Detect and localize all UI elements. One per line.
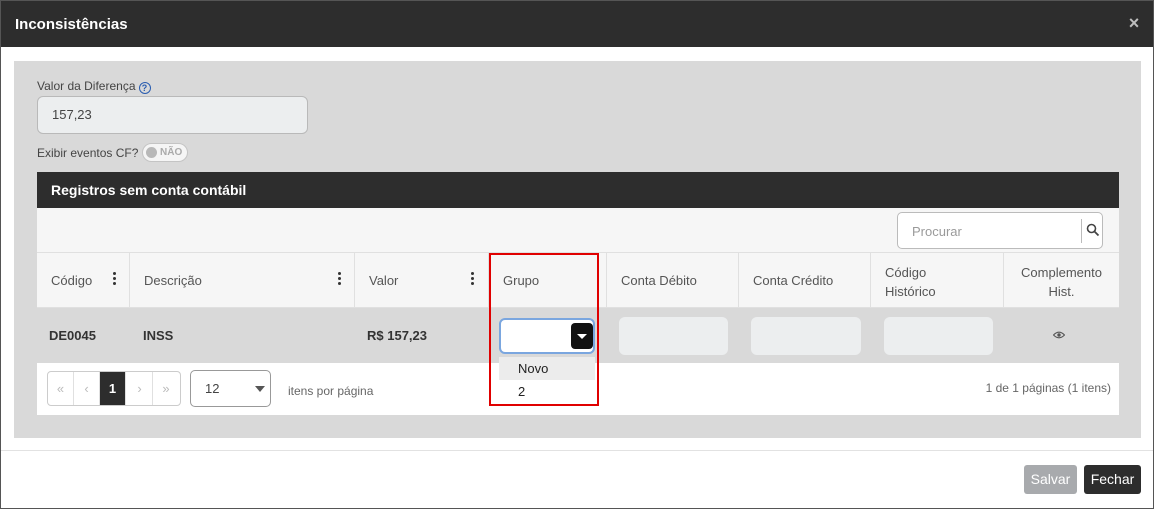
pages-info: 1 de 1 páginas (1 itens) [985, 381, 1111, 395]
toggle-knob [146, 147, 157, 158]
col-valor-label: Valor [369, 273, 399, 288]
col-codigo-label: Código [51, 273, 93, 288]
diff-value-field[interactable]: 157,23 [37, 96, 308, 134]
search-box[interactable]: Procurar [897, 212, 1103, 249]
page-size-value: 12 [205, 381, 220, 396]
search-icon[interactable] [1086, 223, 1100, 237]
cell-valor: R$ 157,23 [367, 328, 427, 343]
diff-label-text: Valor da Diferença [37, 79, 136, 93]
column-menu-icon[interactable] [471, 272, 475, 286]
page-current[interactable]: 1 [100, 372, 126, 405]
search-input[interactable]: Procurar [912, 224, 962, 239]
col-complemento-line1: Complemento [1021, 265, 1102, 280]
modal-header: Inconsistências × [1, 1, 1153, 47]
eye-icon[interactable] [1053, 331, 1065, 339]
col-codigo-historico-line1: Código [885, 265, 927, 280]
cell-codigo: DE0045 [49, 328, 96, 343]
col-codigo-historico-line2: Histórico [885, 284, 936, 299]
col-conta-debito[interactable]: Conta Débito [607, 253, 739, 308]
modal-title: Inconsistências [15, 16, 128, 33]
col-descricao[interactable]: Descrição [130, 253, 355, 308]
col-codigo-historico-label: Código Histórico [885, 263, 936, 301]
column-menu-icon[interactable] [338, 272, 342, 286]
close-button[interactable]: Fechar [1084, 465, 1141, 494]
cf-toggle[interactable]: NÃO [142, 143, 188, 162]
footer-divider [1, 450, 1153, 451]
diff-label: Valor da Diferença? [37, 79, 151, 94]
page-last-button[interactable]: » [153, 372, 179, 405]
col-conta-debito-label: Conta Débito [621, 273, 697, 288]
col-complemento-label: Complemento Hist. [1004, 263, 1119, 301]
codigo-historico-field[interactable] [884, 317, 993, 355]
conta-debito-field[interactable] [619, 317, 728, 355]
column-menu-icon[interactable] [113, 272, 117, 286]
col-descricao-label: Descrição [144, 273, 202, 288]
cf-label: Exibir eventos CF? [37, 146, 139, 160]
col-codigo[interactable]: Código [37, 253, 130, 308]
grid-title: Registros sem conta contábil [37, 172, 1119, 208]
page-first-button[interactable]: « [48, 372, 74, 405]
save-button[interactable]: Salvar [1024, 465, 1077, 494]
cell-descricao: INSS [143, 328, 174, 343]
per-page-label: itens por página [288, 384, 374, 398]
search-divider [1081, 219, 1082, 243]
grid-toolbar: Procurar [37, 208, 1119, 253]
highlight-box [489, 253, 599, 406]
col-valor[interactable]: Valor [355, 253, 489, 308]
page-size-select[interactable]: 12 [190, 370, 271, 407]
col-complemento[interactable]: Complemento Hist. [1004, 253, 1119, 308]
toggle-text: NÃO [160, 147, 183, 158]
page-prev-button[interactable]: ‹ [74, 372, 100, 405]
page-next-button[interactable]: › [127, 372, 153, 405]
col-complemento-line2: Hist. [1048, 284, 1075, 299]
help-icon[interactable]: ? [138, 82, 151, 94]
close-icon[interactable]: × [1127, 14, 1141, 32]
inconsistencias-modal: Inconsistências × Valor da Diferença? 15… [0, 0, 1154, 509]
chevron-down-icon [255, 386, 265, 392]
col-codigo-historico[interactable]: Código Histórico [871, 253, 1004, 308]
col-conta-credito[interactable]: Conta Crédito [739, 253, 871, 308]
col-conta-credito-label: Conta Crédito [753, 273, 834, 288]
pagination: « ‹ 1 › » [47, 371, 181, 406]
conta-credito-field[interactable] [751, 317, 861, 355]
